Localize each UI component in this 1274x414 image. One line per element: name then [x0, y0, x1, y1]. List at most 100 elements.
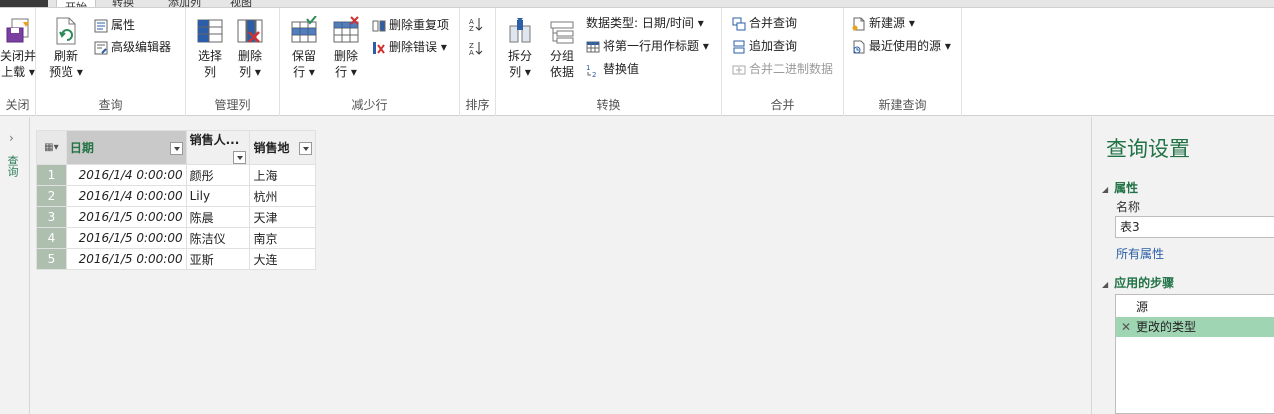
svg-text:2: 2 [592, 71, 596, 77]
cell-salesperson[interactable]: 陈洁仪 [185, 227, 251, 249]
cell-date[interactable]: 2016/1/5 0:00:00 [65, 227, 187, 249]
row-number[interactable]: 5 [36, 248, 67, 270]
list-item[interactable]: 源 [1116, 297, 1274, 317]
data-type-dropdown[interactable]: 数据类型: 日期/时间 ▾ [586, 14, 704, 32]
column-salesperson-filter-icon[interactable] [233, 151, 247, 164]
group-sort-label: 排序 [465, 98, 490, 112]
cell-salesperson[interactable]: 亚斯 [185, 248, 251, 270]
cell-location[interactable]: 上海 [249, 164, 316, 186]
row-number[interactable]: 3 [36, 206, 67, 228]
split-column-label-1: 拆分 [507, 49, 532, 63]
advanced-editor-button[interactable]: 高级编辑器 [94, 38, 171, 56]
cell-date[interactable]: 2016/1/5 0:00:00 [65, 206, 187, 228]
close-load-button[interactable]: 关闭并 上载 ▾ [0, 16, 36, 80]
properties-section-header[interactable]: ◢ 属性 [1102, 179, 1138, 196]
query-settings-pane: 查询设置 ◢ 属性 名称 表3 所有属性 ◢ 应用的步骤 源 ✕ 更改的类型 [1091, 117, 1274, 414]
column-date-filter-icon[interactable] [169, 142, 183, 155]
grid-header-row: ▦▾ 日期 销售人... 销售地 [36, 130, 316, 165]
collapse-triangle-icon: ◢ [1102, 280, 1109, 289]
column-location-filter-icon[interactable] [299, 142, 312, 155]
cell-location[interactable]: 天津 [249, 206, 316, 228]
group-query-label: 查询 [98, 98, 123, 112]
remove-rows-icon [333, 16, 359, 43]
group-manage-columns: 选择 列 删除 列 ▾ 管理列 [186, 8, 280, 116]
replace-values-button[interactable]: 1 2 替换值 [586, 60, 639, 78]
column-header-salesperson[interactable]: 销售人... [185, 130, 251, 165]
refresh-icon [56, 17, 76, 45]
expand-chevron-icon[interactable]: › [9, 131, 14, 145]
cell-date[interactable]: 2016/1/4 0:00:00 [65, 164, 187, 186]
svg-text:1: 1 [586, 64, 590, 72]
queries-pane-collapsed: › 查询 [0, 117, 30, 414]
table-row: 1 2016/1/4 0:00:00 颜彤 上海 [36, 164, 316, 186]
choose-columns-button[interactable]: 选择 列 [192, 16, 228, 80]
file-tab[interactable] [0, 0, 48, 7]
keep-rows-icon [291, 16, 317, 43]
cell-salesperson[interactable]: 陈晨 [185, 206, 251, 228]
column-header-location[interactable]: 销售地 [249, 130, 316, 165]
cell-salesperson[interactable]: 颜彤 [185, 164, 251, 186]
table-row: 2 2016/1/4 0:00:00 Lily 杭州 [36, 185, 316, 207]
tab-add-column[interactable]: 添加列 [168, 0, 201, 7]
merge-queries-button[interactable]: 合并查询 [732, 14, 797, 32]
group-manage-columns-label: 管理列 [214, 98, 251, 112]
table-row: 4 2016/1/5 0:00:00 陈洁仪 南京 [36, 227, 316, 249]
tab-home[interactable]: 开始 [56, 0, 96, 7]
cell-salesperson[interactable]: Lily [185, 185, 251, 207]
group-new-query: 新建源 ▾ 最近使用的源 ▾ 新建查询 [844, 8, 962, 116]
remove-rows-button[interactable]: 删除 行 ▾ [328, 16, 364, 80]
table-menu-button[interactable]: ▦▾ [36, 130, 67, 165]
delete-step-icon[interactable]: ✕ [1121, 317, 1131, 337]
cell-date[interactable]: 2016/1/5 0:00:00 [65, 248, 187, 270]
row-number[interactable]: 1 [36, 164, 67, 186]
remove-duplicates-button[interactable]: 删除重复项 [372, 16, 449, 34]
combine-binaries-icon [732, 65, 746, 74]
close-load-label-2: 上载 ▾ [1, 65, 35, 79]
sort-descending-icon: ZA [469, 41, 483, 55]
split-column-label-2: 列 ▾ [509, 65, 531, 79]
row-number[interactable]: 4 [36, 227, 67, 249]
combine-binaries-button[interactable]: 合并二进制数据 [732, 60, 833, 78]
group-by-icon [550, 21, 574, 44]
cell-date[interactable]: 2016/1/4 0:00:00 [65, 185, 187, 207]
queries-pane-label[interactable]: 查询 [4, 155, 20, 177]
collapse-triangle-icon: ◢ [1102, 185, 1109, 194]
refresh-label: 刷新 [53, 49, 78, 63]
svg-text:Z: Z [469, 25, 474, 31]
tab-view[interactable]: 视图 [230, 0, 252, 7]
group-transform-label: 转换 [596, 98, 621, 112]
sort-descending-button[interactable]: ZA [469, 38, 486, 56]
refresh-preview-button[interactable]: 刷新 预览 ▾ [46, 16, 86, 80]
remove-errors-button[interactable]: 删除错误 ▾ [372, 38, 447, 56]
cell-location[interactable]: 大连 [249, 248, 316, 270]
table-row: 3 2016/1/5 0:00:00 陈晨 天津 [36, 206, 316, 228]
choose-columns-label-1: 选择 [197, 49, 222, 63]
keep-rows-label-2: 行 ▾ [293, 65, 315, 79]
properties-button[interactable]: 属性 [94, 16, 135, 34]
list-item[interactable]: ✕ 更改的类型 [1116, 317, 1274, 337]
all-properties-link[interactable]: 所有属性 [1116, 245, 1164, 262]
recent-sources-icon [853, 40, 865, 53]
tab-transform[interactable]: 转换 [112, 0, 134, 7]
split-column-icon [509, 18, 531, 43]
recent-sources-dropdown[interactable]: 最近使用的源 ▾ [852, 37, 951, 55]
split-column-button[interactable]: 拆分 列 ▾ [502, 16, 538, 80]
keep-rows-button[interactable]: 保留 行 ▾ [286, 16, 322, 80]
remove-columns-button[interactable]: 删除 列 ▾ [232, 16, 268, 80]
query-name-input[interactable]: 表3 [1115, 216, 1274, 238]
row-number[interactable]: 2 [36, 185, 67, 207]
new-source-dropdown[interactable]: 新建源 ▾ [852, 14, 915, 32]
column-header-date[interactable]: 日期 [65, 130, 187, 165]
append-queries-button[interactable]: 追加查询 [732, 37, 797, 55]
applied-steps-section-header[interactable]: ◢ 应用的步骤 [1102, 274, 1174, 291]
remove-errors-icon [373, 41, 385, 54]
cell-location[interactable]: 南京 [249, 227, 316, 249]
data-preview-grid: ▦▾ 日期 销售人... 销售地 1 2016/1/4 0:00:00 颜彤 上… [36, 130, 316, 270]
sort-ascending-button[interactable]: AZ [469, 14, 486, 32]
cell-location[interactable]: 杭州 [249, 185, 316, 207]
new-source-icon [852, 17, 865, 30]
group-by-label-2: 依据 [549, 65, 574, 79]
preview-label: 预览 ▾ [49, 65, 83, 79]
first-row-header-button[interactable]: 将第一行用作标题 ▾ [586, 37, 709, 55]
group-by-button[interactable]: 分组 依据 [544, 16, 580, 80]
